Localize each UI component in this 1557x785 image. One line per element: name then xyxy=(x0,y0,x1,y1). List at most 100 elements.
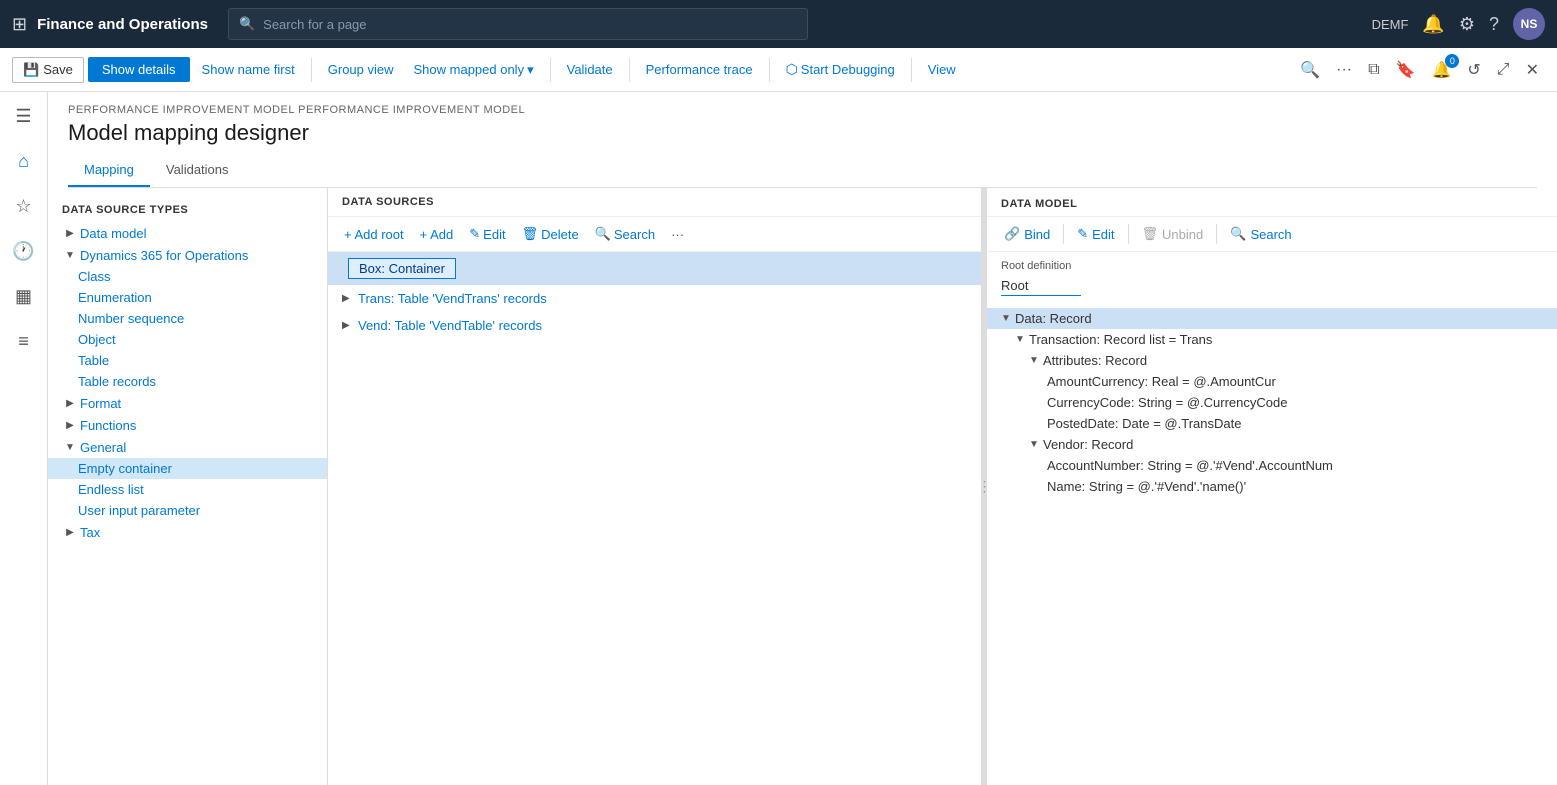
search-toolbar-icon[interactable]: 🔍 xyxy=(1294,56,1326,84)
dst-dynamics365[interactable]: ▼ Dynamics 365 for Operations xyxy=(48,244,327,266)
list-icon[interactable]: ≡ xyxy=(12,325,35,358)
tab-validations[interactable]: Validations xyxy=(150,154,245,187)
chevron-right-icon: ▶ xyxy=(62,225,78,241)
tab-mapping[interactable]: Mapping xyxy=(68,154,150,187)
refresh-icon[interactable]: ↺ xyxy=(1461,56,1486,84)
group-view-button[interactable]: Group view xyxy=(320,58,402,81)
root-definition-label: Root definition xyxy=(1001,260,1543,272)
dst-functions[interactable]: ▶ Functions xyxy=(48,414,327,436)
close-icon[interactable]: ✕ xyxy=(1520,56,1545,84)
delete-icon: 🗑 xyxy=(522,226,539,242)
chevron-down-icon: ▼ xyxy=(62,247,78,263)
chevron-down-attributes: ▼ xyxy=(1029,355,1043,366)
dm-name[interactable]: Name: String = @.'#Vend'.'name()' xyxy=(987,476,1557,497)
sidebar-left: ☰ ⌂ ☆ 🕐 ▦ ≡ xyxy=(0,92,48,785)
dm-currency-code[interactable]: CurrencyCode: String = @.CurrencyCode xyxy=(987,392,1557,413)
start-debugging-button[interactable]: ⬡ Start Debugging xyxy=(778,57,903,82)
nav-right: DEMF 🔔 ⚙ ? NS xyxy=(1372,8,1545,40)
data-model-tree: ▼ Data: Record ▼ Transaction: Record lis… xyxy=(987,304,1557,501)
breadcrumb: PERFORMANCE IMPROVEMENT MODEL PERFORMANC… xyxy=(68,104,1537,116)
ds-box-container[interactable]: Box: Container xyxy=(328,252,981,285)
layout-icon[interactable]: ⧉ xyxy=(1362,57,1385,83)
bookmark-icon[interactable]: 🔖 xyxy=(1390,56,1422,84)
view-button[interactable]: View xyxy=(920,58,964,81)
pane-data-source-types: DATA SOURCE TYPES ▶ Data model ▼ Dynamic… xyxy=(48,188,328,785)
home-icon[interactable]: ⌂ xyxy=(12,145,35,178)
save-button[interactable]: 💾 Save xyxy=(12,57,84,83)
toolbar-separator-3 xyxy=(629,58,630,82)
more-toolbar-icon[interactable]: ··· xyxy=(1330,57,1358,83)
settings-icon[interactable]: ⚙ xyxy=(1459,14,1475,35)
star-icon[interactable]: ☆ xyxy=(9,190,37,223)
dm-attributes[interactable]: ▼ Attributes: Record xyxy=(987,350,1557,371)
dm-vendor[interactable]: ▼ Vendor: Record xyxy=(987,434,1557,455)
dm-data-record[interactable]: ▼ Data: Record xyxy=(987,308,1557,329)
clock-icon[interactable]: 🕐 xyxy=(6,235,40,268)
dst-general[interactable]: ▼ General xyxy=(48,436,327,458)
debug-icon: ⬡ xyxy=(786,61,798,78)
dst-class[interactable]: Class xyxy=(48,266,327,287)
dm-edit-button[interactable]: ✎ Edit xyxy=(1070,223,1121,245)
chevron-down-transaction: ▼ xyxy=(1015,334,1029,345)
dm-transaction[interactable]: ▼ Transaction: Record list = Trans xyxy=(987,329,1557,350)
global-search-box[interactable]: 🔍 Search for a page xyxy=(228,8,808,40)
calendar-icon[interactable]: ▦ xyxy=(9,280,38,313)
chevron-right-icon-functions: ▶ xyxy=(62,417,78,433)
data-model-header: DATA MODEL xyxy=(987,188,1557,217)
root-definition: Root definition Root xyxy=(987,252,1557,304)
ds-vend[interactable]: ▶ Vend: Table 'VendTable' records xyxy=(328,312,981,339)
ds-trans[interactable]: ▶ Trans: Table 'VendTrans' records xyxy=(328,285,981,312)
dst-endless-list[interactable]: Endless list xyxy=(48,479,327,500)
performance-trace-button[interactable]: Performance trace xyxy=(638,58,761,81)
show-mapped-only-button[interactable]: Show mapped only ▾ xyxy=(406,58,542,82)
dm-posted-date[interactable]: PostedDate: Date = @.TransDate xyxy=(987,413,1557,434)
chevron-down-icon: ▾ xyxy=(527,62,534,78)
search-button[interactable]: 🔍 Search xyxy=(589,223,661,245)
toolbar-separator-5 xyxy=(911,58,912,82)
chevron-down-icon-general: ▼ xyxy=(62,439,78,455)
dst-empty-container[interactable]: Empty container xyxy=(48,458,327,479)
edit-button[interactable]: ✎ Edit xyxy=(463,223,511,245)
chevron-right-icon-vend: ▶ xyxy=(342,320,358,331)
notification-badge-icon[interactable]: 🔔0 xyxy=(1425,56,1457,84)
delete-button[interactable]: 🗑 Delete xyxy=(516,223,585,245)
notification-icon[interactable]: 🔔 xyxy=(1422,14,1444,35)
show-name-first-button[interactable]: Show name first xyxy=(194,58,303,81)
validate-button[interactable]: Validate xyxy=(559,58,621,81)
data-sources-header: DATA SOURCES xyxy=(328,188,981,217)
toolbar-separator-4 xyxy=(769,58,770,82)
link-icon: 🔗 xyxy=(1004,226,1020,242)
dst-tax[interactable]: ▶ Tax xyxy=(48,521,327,543)
dst-user-input-parameter[interactable]: User input parameter xyxy=(48,500,327,521)
add-button[interactable]: + Add xyxy=(414,224,460,245)
dst-enumeration[interactable]: Enumeration xyxy=(48,287,327,308)
chevron-down-vendor: ▼ xyxy=(1029,439,1043,450)
dst-format[interactable]: ▶ Format xyxy=(48,392,327,414)
dm-account-number[interactable]: AccountNumber: String = @.'#Vend'.Accoun… xyxy=(987,455,1557,476)
dm-amount-currency[interactable]: AmountCurrency: Real = @.AmountCur xyxy=(987,371,1557,392)
show-details-button[interactable]: Show details xyxy=(88,57,190,82)
root-definition-value: Root xyxy=(1001,276,1081,296)
hamburger-icon[interactable]: ☰ xyxy=(9,100,37,133)
bind-button[interactable]: 🔗 Bind xyxy=(997,223,1057,245)
dst-table[interactable]: Table xyxy=(48,350,327,371)
expand-icon[interactable]: ⤢ xyxy=(1491,57,1516,83)
unbind-button[interactable]: 🗑 Unbind xyxy=(1135,223,1211,245)
dst-data-model[interactable]: ▶ Data model xyxy=(48,222,327,244)
chevron-right-icon-tax: ▶ xyxy=(62,524,78,540)
dm-sep-1 xyxy=(1063,224,1064,244)
more-button[interactable]: ··· xyxy=(665,224,690,245)
add-root-button[interactable]: + Add root xyxy=(338,224,410,245)
data-source-types-header: DATA SOURCE TYPES xyxy=(48,198,327,222)
help-icon[interactable]: ? xyxy=(1489,14,1499,35)
dm-sep-2 xyxy=(1128,224,1129,244)
dst-number-sequence[interactable]: Number sequence xyxy=(48,308,327,329)
dst-object[interactable]: Object xyxy=(48,329,327,350)
dm-search-button[interactable]: 🔍 Search xyxy=(1223,223,1298,245)
chevron-right-icon-format: ▶ xyxy=(62,395,78,411)
app-grid-icon[interactable]: ⊞ xyxy=(12,14,27,35)
user-region: DEMF xyxy=(1372,17,1409,32)
dst-table-records[interactable]: Table records xyxy=(48,371,327,392)
avatar[interactable]: NS xyxy=(1513,8,1545,40)
top-navigation: ⊞ Finance and Operations 🔍 Search for a … xyxy=(0,0,1557,48)
